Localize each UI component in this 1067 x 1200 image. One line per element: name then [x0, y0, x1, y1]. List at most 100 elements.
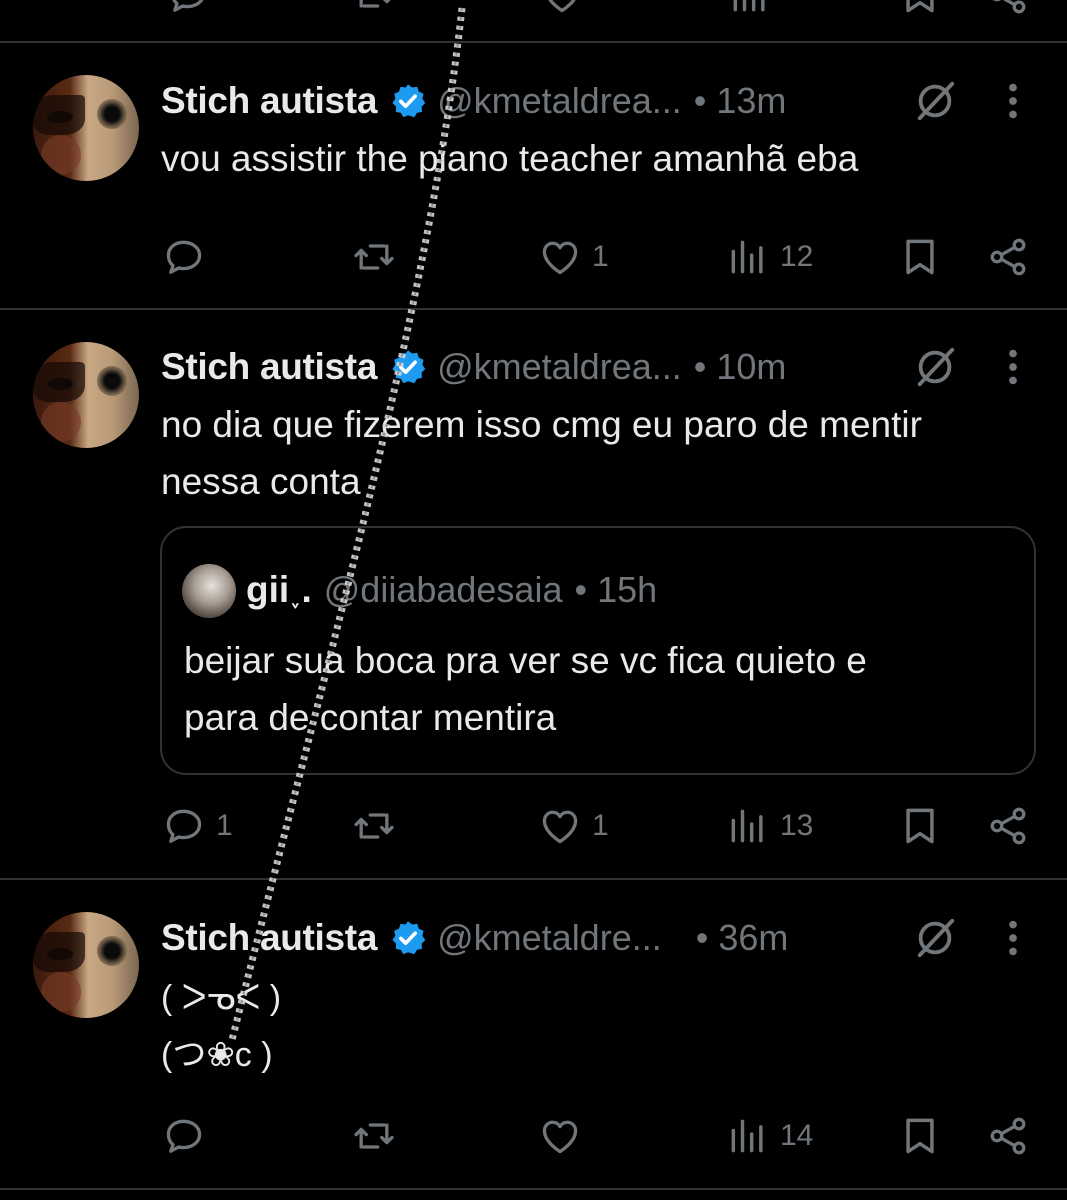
timeline: Stich autista @kmetaldrea... • 13m vou a… — [0, 0, 1067, 1200]
separator: • — [693, 346, 707, 387]
reply-icon — [162, 1114, 206, 1158]
quoted-timestamp: 15h — [597, 569, 658, 610]
like-count: 1 — [592, 809, 609, 842]
quoted-author-handle: @diiabadesaia — [323, 569, 563, 610]
verified-badge-icon[interactable] — [389, 82, 427, 120]
avatar[interactable] — [33, 342, 139, 448]
like-button[interactable]: 1 — [538, 801, 609, 851]
views-button[interactable]: 13 — [726, 801, 813, 851]
timestamp[interactable]: 10m — [716, 346, 786, 388]
bookmark-button[interactable] — [898, 232, 942, 282]
tweet-text: vou assistir the piano teacher amanhã eb… — [161, 138, 859, 179]
views-icon — [726, 804, 770, 848]
reply-button[interactable]: 1 — [162, 801, 233, 851]
quoted-author-name: gii˯. — [246, 569, 312, 610]
repost-icon — [352, 804, 396, 848]
like-button[interactable]: 1 — [538, 232, 609, 282]
quoted-text: beijar sua boca pra ver se vc fica quiet… — [184, 640, 867, 738]
more-icon[interactable] — [996, 344, 1030, 390]
bookmark-button[interactable] — [898, 801, 942, 851]
share-button[interactable] — [986, 1111, 1030, 1161]
share-icon — [986, 235, 1030, 279]
share-icon — [986, 0, 1030, 17]
grok-icon[interactable] — [912, 344, 958, 390]
verified-badge-icon[interactable] — [389, 348, 427, 386]
bookmark-icon — [898, 0, 942, 17]
like-button[interactable] — [538, 1111, 592, 1161]
separator: • — [693, 80, 707, 121]
like-icon — [538, 1114, 582, 1158]
reply-button[interactable] — [162, 1111, 216, 1161]
reply-icon — [162, 804, 206, 848]
like-icon — [540, 0, 584, 17]
avatar[interactable] — [33, 912, 139, 1018]
tweet-header: Stich autista @kmetaldre... • 36m — [161, 913, 788, 963]
repost-icon — [352, 1114, 396, 1158]
like-icon — [538, 235, 582, 279]
bookmark-button[interactable] — [898, 1111, 942, 1161]
view-count: 13 — [780, 809, 814, 842]
tweet[interactable]: Stich autista @kmetaldrea... • 13m vou a… — [0, 43, 1067, 309]
views-button[interactable]: 14 — [726, 1111, 813, 1161]
repost-icon — [352, 0, 396, 17]
more-icon[interactable] — [996, 915, 1030, 961]
like-icon — [538, 804, 582, 848]
quoted-tweet[interactable]: gii˯. @diiabadesaia • 15h beijar sua boc… — [160, 526, 1036, 775]
views-icon — [726, 235, 770, 279]
tweet-header: Stich autista @kmetaldrea... • 10m — [161, 342, 786, 392]
share-button[interactable] — [986, 232, 1030, 282]
repost-button[interactable] — [352, 0, 396, 20]
reply-icon — [162, 235, 206, 279]
views-button[interactable]: 12 — [726, 232, 813, 282]
avatar[interactable] — [33, 75, 139, 181]
repost-button[interactable] — [352, 1111, 406, 1161]
bookmark-icon — [898, 235, 942, 279]
quoted-avatar[interactable] — [182, 564, 236, 618]
tweet-text: ( ᐳᓀᐸ ) (つ⁠❀c ) — [161, 979, 282, 1074]
author-handle[interactable]: @kmetaldrea... — [437, 80, 682, 122]
tweet[interactable]: Stich autista @kmetaldre... • 36m ( ᐳᓀᐸ … — [0, 880, 1067, 1190]
reply-icon — [166, 0, 210, 17]
reply-button[interactable] — [162, 232, 216, 282]
bookmark-icon — [898, 1114, 942, 1158]
quoted-header: gii˯. @diiabadesaia • 15h — [246, 566, 657, 614]
tweet-actions: 14 — [0, 1111, 1067, 1161]
share-button[interactable] — [986, 0, 1030, 20]
reply-count: 1 — [216, 809, 233, 842]
grok-icon[interactable] — [912, 915, 958, 961]
share-icon — [986, 804, 1030, 848]
share-button[interactable] — [986, 801, 1030, 851]
views-button[interactable] — [728, 0, 772, 20]
author-name[interactable]: Stich autista — [161, 917, 377, 959]
like-count: 1 — [592, 240, 609, 273]
repost-button[interactable] — [352, 801, 406, 851]
tweet-header: Stich autista @kmetaldrea... • 13m — [161, 76, 786, 126]
repost-icon — [352, 235, 396, 279]
verified-badge-icon[interactable] — [389, 919, 427, 957]
view-count: 12 — [780, 240, 814, 273]
separator: • — [574, 569, 588, 610]
like-button[interactable] — [540, 0, 584, 20]
grok-icon[interactable] — [912, 78, 958, 124]
more-icon[interactable] — [996, 78, 1030, 124]
author-handle[interactable]: @kmetaldre... — [437, 917, 662, 959]
divider — [0, 1188, 1067, 1190]
bookmark-icon — [898, 804, 942, 848]
repost-button[interactable] — [352, 232, 406, 282]
views-icon — [726, 1114, 770, 1158]
tweet-text: no dia que fizerem isso cmg eu paro de m… — [161, 404, 922, 502]
views-icon — [728, 0, 772, 17]
reply-button[interactable] — [166, 0, 210, 20]
timestamp[interactable]: 36m — [718, 917, 788, 959]
tweet[interactable]: Stich autista @kmetaldrea... • 10m no di… — [0, 310, 1067, 878]
author-name[interactable]: Stich autista — [161, 80, 377, 122]
author-handle[interactable]: @kmetaldrea... — [437, 346, 682, 388]
timestamp[interactable]: 13m — [716, 80, 786, 122]
bookmark-button[interactable] — [898, 0, 942, 20]
tweet-actions: 1 1 13 — [0, 801, 1067, 851]
view-count: 14 — [780, 1119, 814, 1152]
previous-tweet-actions — [0, 0, 1067, 14]
share-icon — [986, 1114, 1030, 1158]
author-name[interactable]: Stich autista — [161, 346, 377, 388]
tweet-actions: 1 12 — [0, 232, 1067, 282]
